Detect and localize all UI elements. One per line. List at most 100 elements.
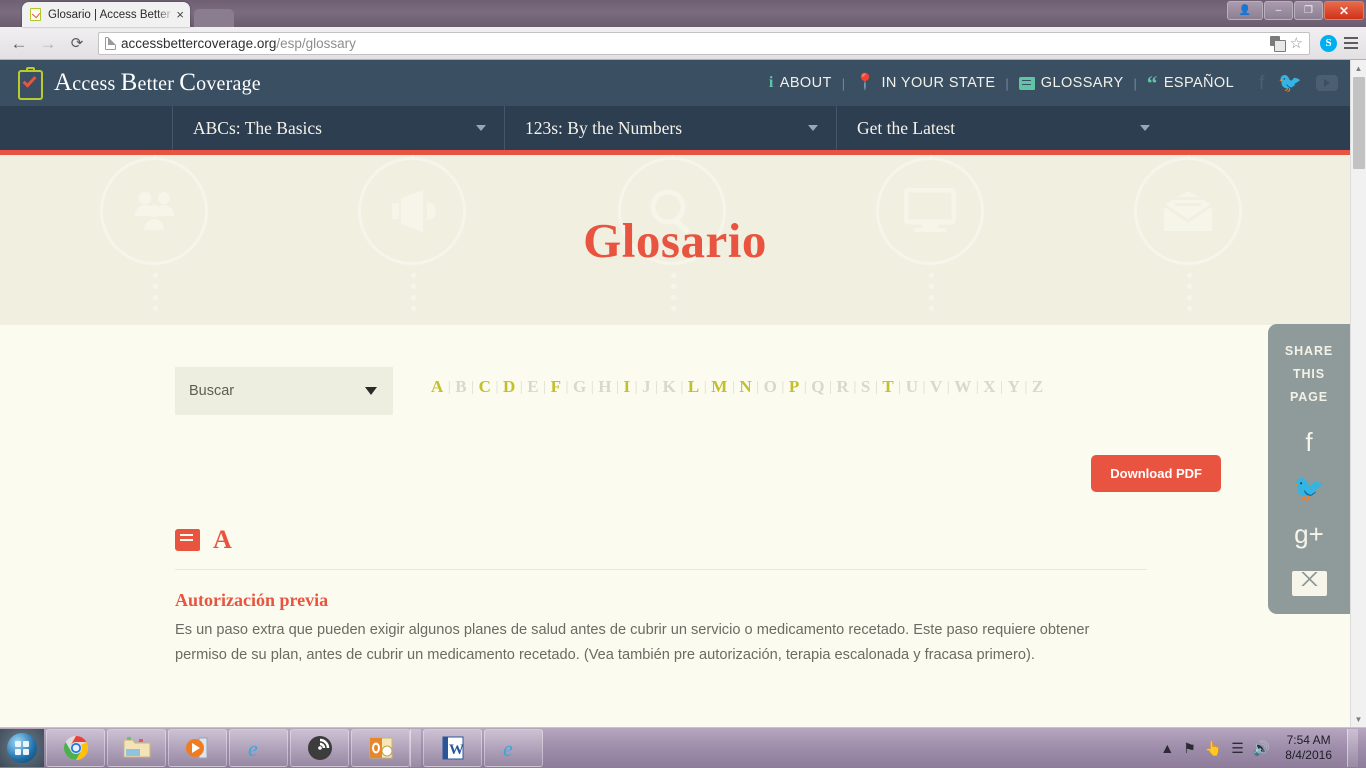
clipboard-check-icon (28, 7, 43, 22)
alphabet-letter-c[interactable]: C (477, 377, 494, 397)
circle-app-icon[interactable] (290, 729, 349, 767)
alphabet-letter-h: H (598, 377, 612, 396)
windows-start-orb[interactable] (0, 729, 44, 767)
nav-item-abcs[interactable]: ABCs: The Basics (172, 106, 504, 150)
show-hidden-icons[interactable]: ▲ (1160, 741, 1174, 755)
watermark-envelope (1134, 155, 1244, 311)
windows-taskbar: e W e ▲ ⚑ 👆 ☰ 🔊 7:54 AM 8/4/2016 (0, 727, 1366, 768)
network-icon[interactable]: 👆 (1205, 741, 1222, 755)
alphabet-letter-u: U (905, 377, 919, 396)
skype-extension-icon[interactable]: S (1320, 34, 1337, 52)
alphabet-letter-t[interactable]: T (880, 377, 896, 397)
nav-item-123s[interactable]: 123s: By the Numbers (504, 106, 836, 150)
internet-explorer-icon[interactable]: e (229, 729, 288, 767)
taskbar-clock[interactable]: 7:54 AM 8/4/2016 (1279, 733, 1338, 763)
alphabet-letter-n[interactable]: N (737, 377, 754, 397)
browser-toolbar: ← → ⟳ accessbettercoverage.org/esp/gloss… (0, 27, 1366, 60)
back-icon[interactable]: ← (8, 35, 30, 52)
chevron-down-icon (808, 125, 818, 131)
action-center-flag-icon[interactable]: ⚑ (1183, 741, 1196, 755)
watermark-megaphone (358, 155, 468, 311)
book-icon (1018, 76, 1035, 90)
chevron-down-icon (365, 387, 377, 395)
browser-tab[interactable]: Glosario | Access Better C × (22, 2, 190, 27)
alphabet-letter-p[interactable]: P (787, 377, 802, 397)
scrollbar-thumb[interactable] (1353, 77, 1365, 169)
alphabet-letter-d[interactable]: D (501, 377, 518, 397)
address-bar[interactable]: accessbettercoverage.org/esp/glossary ☆ (98, 31, 1310, 55)
minimize-button[interactable]: – (1264, 1, 1293, 20)
site-logo[interactable]: Access Better Coverage (0, 66, 261, 100)
maximize-button[interactable]: ❐ (1294, 1, 1323, 20)
alphabet-filter: A | B | C | D | E | F | G | H | I | J | K | L | M | N | O | P | Q | R | S | T |… (429, 377, 1046, 397)
new-tab-button[interactable] (194, 9, 234, 27)
download-pdf-button[interactable]: Download PDF (1091, 455, 1221, 492)
alphabet-letter-m[interactable]: M (709, 377, 730, 397)
system-tray: ▲ ⚑ 👆 ☰ 🔊 7:54 AM 8/4/2016 (1160, 729, 1366, 767)
scroll-up-arrow[interactable]: ▲ (1351, 60, 1366, 77)
alphabet-separator: | (756, 378, 760, 395)
alphabet-letter-l[interactable]: L (686, 377, 702, 397)
email-share-icon[interactable] (1291, 571, 1327, 596)
alphabet-separator: | (543, 378, 547, 395)
googleplus-share-icon[interactable]: g+ (1294, 521, 1324, 547)
clock-time: 7:54 AM (1286, 733, 1331, 747)
scroll-down-arrow[interactable]: ▼ (1351, 711, 1366, 728)
logo-word-coverage: overage (196, 73, 261, 95)
alphabet-letter-z: Z (1031, 377, 1044, 396)
main-navigation: ABCs: The Basics 123s: By the Numbers Ge… (0, 106, 1350, 155)
top-nav-glossary[interactable]: GLOSSARY (1012, 75, 1131, 91)
alphabet-letter-g: G (573, 377, 587, 396)
logo-letter-a: A (54, 69, 73, 96)
top-nav-about[interactable]: i ABOUT (762, 75, 839, 92)
close-tab-icon[interactable]: × (176, 8, 184, 21)
user-profile-button[interactable]: 👤 (1227, 1, 1263, 20)
youtube-icon[interactable] (1316, 75, 1338, 91)
chrome-icon[interactable] (46, 729, 105, 767)
url-path: /esp/glossary (276, 35, 356, 51)
alphabet-letter-f[interactable]: F (549, 377, 564, 397)
alphabet-separator: | (634, 378, 639, 395)
alphabet-separator: | (803, 378, 808, 395)
search-select[interactable]: Buscar (175, 367, 393, 415)
hero-banner: Glosario (0, 155, 1350, 325)
nav-item-latest-label: Get the Latest (857, 117, 956, 138)
site-logo-text: Access Better Coverage (54, 69, 261, 97)
top-nav-glossary-label: GLOSSARY (1040, 75, 1124, 91)
window-controls: 👤 – ❐ ✕ (1227, 1, 1364, 20)
file-explorer-icon[interactable] (107, 729, 166, 767)
alphabet-separator: | (975, 378, 980, 395)
signal-bars-icon[interactable]: ☰ (1231, 741, 1244, 755)
reload-icon[interactable]: ⟳ (66, 36, 88, 51)
page-info-icon[interactable] (105, 36, 116, 50)
bookmark-star-icon[interactable]: ☆ (1290, 36, 1303, 51)
svg-text:W: W (449, 742, 464, 758)
alphabet-letter-i[interactable]: I (622, 377, 633, 397)
chrome-menu-icon[interactable] (1344, 37, 1358, 49)
outlook-icon[interactable] (351, 729, 410, 767)
alphabet-separator: | (519, 378, 524, 395)
facebook-icon[interactable]: f (1259, 74, 1264, 93)
nav-item-get-the-latest[interactable]: Get the Latest (836, 106, 1168, 150)
close-window-button[interactable]: ✕ (1324, 1, 1364, 20)
media-player-icon[interactable] (168, 729, 227, 767)
word-icon[interactable]: W (423, 729, 482, 767)
top-navigation: i ABOUT | 📍 IN YOUR STATE | GLOSSARY | “… (762, 73, 1350, 93)
top-nav-in-your-state[interactable]: 📍 IN YOUR STATE (848, 75, 1002, 92)
twitter-icon[interactable]: 🐦 (1278, 74, 1302, 93)
show-desktop-button[interactable] (1347, 729, 1358, 767)
facebook-share-icon[interactable]: f (1305, 429, 1312, 455)
main-content: Buscar A | B | C | D | E | F | G | H | I | J | K | L | M | N | O | P | Q… (0, 325, 1350, 663)
page-scrollbar[interactable]: ▲ ▼ (1350, 60, 1366, 728)
twitter-share-icon[interactable]: 🐦 (1293, 475, 1325, 501)
alphabet-separator: | (898, 378, 902, 395)
share-label: SHARE THIS PAGE (1285, 340, 1333, 409)
watermark-monitor (876, 155, 986, 311)
forward-icon[interactable]: → (37, 35, 59, 52)
top-nav-espanol[interactable]: “ ESPAÑOL (1140, 73, 1241, 93)
translate-icon[interactable] (1269, 36, 1286, 52)
volume-icon[interactable]: 🔊 (1253, 741, 1270, 755)
alphabet-letter-a[interactable]: A (429, 377, 446, 397)
nav-separator-2: | (1005, 75, 1009, 91)
internet-explorer-icon-2[interactable]: e (484, 729, 543, 767)
